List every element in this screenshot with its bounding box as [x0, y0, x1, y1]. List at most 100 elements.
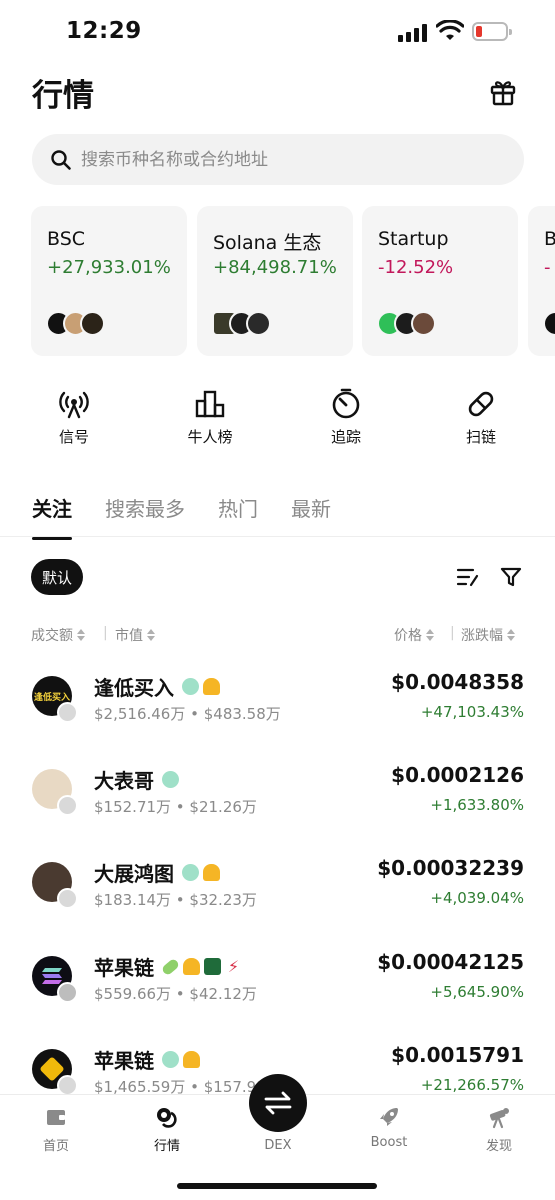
token-volume: $183.14万: [94, 891, 172, 909]
wallet-tag-icon: [204, 958, 221, 975]
tab-newest[interactable]: 最新: [291, 493, 331, 540]
token-tags: [162, 771, 179, 788]
token-name-line: 苹果链 ⚡: [94, 952, 242, 981]
column-divider: |: [450, 625, 455, 641]
nav-label: 首页: [42, 1139, 69, 1154]
token-price: $0.00032239: [377, 856, 524, 880]
category-change: -12.52%: [378, 257, 454, 278]
chain-badge-icon: [57, 982, 78, 1003]
token-stats: $2,516.46万 • $483.58万: [94, 705, 281, 723]
token-row[interactable]: 大表哥 $152.71万 • $21.26万 $0.0002126 +1,633…: [0, 763, 555, 857]
token-name-line: 逢低买入: [94, 672, 220, 701]
quick-action-label: 信号: [58, 428, 89, 446]
token-stats: $152.71万 • $21.26万: [94, 798, 257, 816]
token-name-line: 苹果链: [94, 1045, 200, 1074]
token-avatar: [543, 311, 555, 336]
dex-button[interactable]: [249, 1074, 307, 1132]
category-change: +84,498.71%: [213, 257, 337, 278]
token-row[interactable]: 苹果链 ⚡ $559.66万 • $42.12万 $0.00042125 +5,…: [0, 950, 555, 1044]
token-name: 大展鸿图: [94, 862, 174, 886]
nav-boost[interactable]: Boost: [349, 1105, 429, 1150]
chain-badge-icon: [57, 702, 78, 723]
hand-tag-icon: [182, 864, 199, 881]
hand-tag-icon: [182, 678, 199, 695]
category-avatars: [543, 311, 555, 336]
filter-icon[interactable]: [500, 566, 522, 588]
column-volume[interactable]: 成交额: [31, 625, 85, 645]
category-name: Startup: [378, 228, 449, 250]
token-price: $0.00042125: [377, 950, 524, 974]
token-price: $0.0015791: [391, 1043, 524, 1067]
token-mcap: $483.58万: [203, 705, 281, 723]
sort-caret-icon: [507, 629, 515, 641]
coins-icon: [157, 1108, 177, 1128]
token-change: +5,645.90%: [430, 983, 524, 1001]
token-row[interactable]: 大展鸿图 $183.14万 • $32.23万 $0.00032239 +4,0…: [0, 856, 555, 950]
hand-tag-icon: [162, 1051, 179, 1068]
category-card-partial[interactable]: B -: [528, 206, 555, 356]
tab-following[interactable]: 关注: [32, 493, 72, 540]
token-avatar-text: 逢低买入: [33, 692, 70, 703]
page-title: 行情: [32, 78, 94, 114]
chain-badge-icon: [57, 795, 78, 816]
category-avatars: [377, 311, 436, 336]
tab-most-searched[interactable]: 搜索最多: [105, 493, 185, 540]
category-avatars: [46, 311, 105, 336]
leaderboard-icon: [195, 390, 225, 418]
category-card-solana[interactable]: Solana 生态 +84,498.71%: [197, 206, 353, 356]
column-mcap[interactable]: 市值: [115, 625, 155, 645]
quick-action-scan-chain[interactable]: 扫链: [441, 388, 521, 447]
token-tags: ⚡: [160, 957, 242, 976]
token-name: 大表哥: [94, 769, 154, 793]
quick-action-leaderboard[interactable]: 牛人榜: [170, 388, 250, 447]
market-tabs: 关注 搜索最多 热门 最新: [32, 493, 364, 540]
category-card-bsc[interactable]: BSC +27,933.01%: [31, 206, 187, 356]
nav-market[interactable]: 行情: [127, 1105, 207, 1154]
quick-action-label: 扫链: [465, 428, 496, 446]
nav-discover[interactable]: 发现: [459, 1105, 539, 1154]
wallet-icon: [47, 1110, 65, 1125]
token-stats: $183.14万 • $32.23万: [94, 891, 257, 909]
signal-icon: [59, 391, 89, 419]
wifi-icon: [436, 20, 464, 40]
bolt-tag-icon: ⚡: [227, 957, 240, 976]
category-avatars: [212, 311, 271, 336]
token-price: $0.0048358: [391, 670, 524, 694]
quick-action-tracker[interactable]: 追踪: [306, 388, 386, 447]
status-bar: 12:29: [0, 0, 555, 64]
search-input[interactable]: [81, 149, 481, 170]
scan-chain-icon: [468, 391, 494, 417]
token-row[interactable]: 逢低买入 逢低买入 $2,516.46万 • $483.58万 $0.00483…: [0, 670, 555, 764]
nav-label: Boost: [370, 1135, 408, 1150]
category-card-startup[interactable]: Startup -12.52%: [362, 206, 518, 356]
column-volume-label: 成交额: [31, 628, 73, 644]
sort-icon[interactable]: [456, 566, 480, 588]
gift-icon[interactable]: [488, 76, 518, 106]
token-stats: $559.66万 • $42.12万: [94, 985, 257, 1003]
token-price: $0.0002126: [391, 763, 524, 787]
token-volume: $559.66万: [94, 985, 172, 1003]
nav-home[interactable]: 首页: [16, 1105, 96, 1154]
token-tags: [182, 864, 220, 881]
category-change: +27,933.01%: [47, 257, 171, 278]
search-bar[interactable]: [32, 134, 524, 185]
pill-tag-icon: [160, 957, 181, 976]
swap-icon: [264, 1091, 292, 1115]
column-divider: |: [103, 625, 108, 641]
token-name-line: 大表哥: [94, 765, 179, 794]
token-mcap: $32.23万: [189, 891, 257, 909]
tab-hot[interactable]: 热门: [218, 493, 258, 540]
home-indicator: [177, 1183, 377, 1189]
category-name: B: [544, 228, 555, 250]
column-change[interactable]: 涨跌幅: [461, 625, 515, 645]
token-change: +21,266.57%: [420, 1076, 524, 1094]
token-change: +47,103.43%: [420, 703, 524, 721]
dex-label: DEX: [264, 1138, 292, 1153]
token-change: +4,039.04%: [430, 889, 524, 907]
category-name: Solana 生态: [213, 232, 322, 254]
quick-action-signal[interactable]: 信号: [34, 388, 114, 447]
column-price[interactable]: 价格: [394, 625, 434, 645]
column-mcap-label: 市值: [115, 628, 143, 644]
default-sort-pill[interactable]: 默认: [31, 559, 83, 595]
token-avatar: [80, 311, 105, 336]
